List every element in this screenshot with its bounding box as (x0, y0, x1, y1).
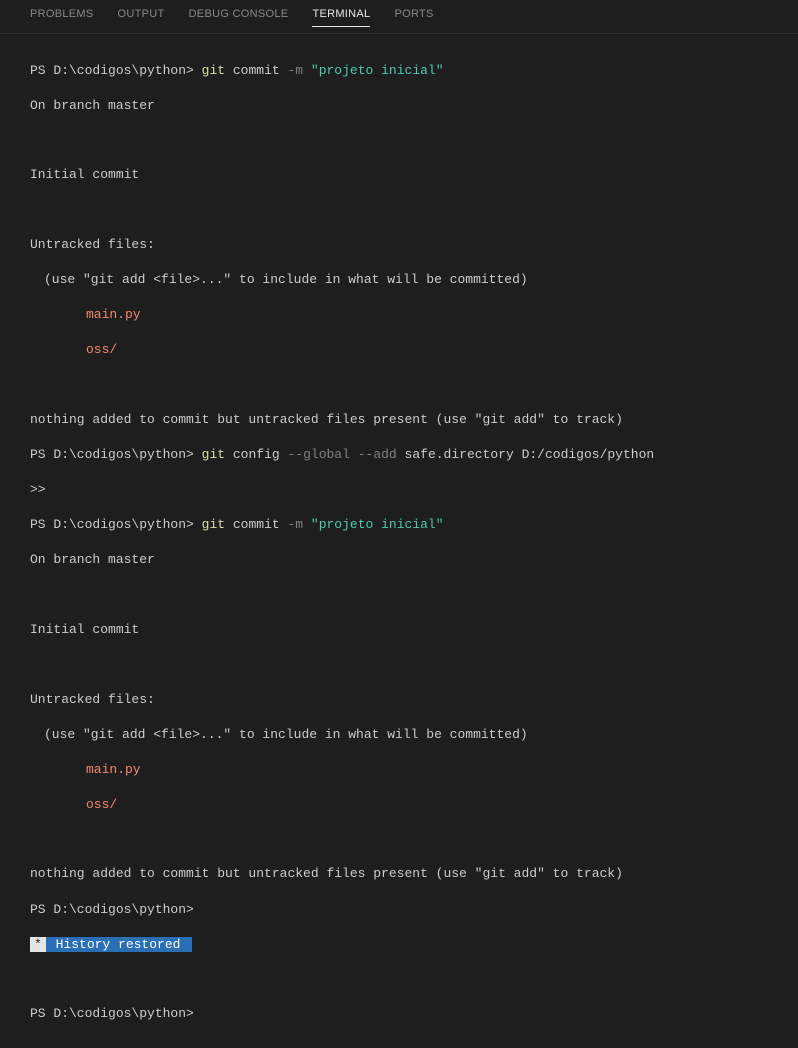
terminal-line: Initial commit (30, 621, 768, 639)
git-subcommand: commit (233, 63, 280, 78)
flag: --global (287, 447, 349, 462)
terminal-line: On branch master (30, 97, 768, 115)
terminal-line: Initial commit (30, 166, 768, 184)
git-keyword: git (202, 447, 225, 462)
ps-prompt: PS D:\codigos\python> (30, 63, 194, 78)
terminal-blank (30, 971, 768, 988)
terminal-line: nothing added to commit but untracked fi… (30, 865, 768, 883)
terminal-blank (30, 376, 768, 393)
terminal-content[interactable]: PS D:\codigos\python> git commit -m "pro… (0, 34, 798, 1048)
panel-tabs: PROBLEMS OUTPUT DEBUG CONSOLE TERMINAL P… (0, 0, 798, 34)
ps-prompt-empty: PS D:\codigos\python> (30, 901, 768, 919)
untracked-file: main.py (30, 761, 768, 779)
terminal-line: (use "git add <file>..." to include in w… (30, 271, 768, 289)
terminal-line: PS D:\codigos\python> git config --globa… (30, 446, 768, 464)
untracked-file: oss/ (30, 341, 768, 359)
config-arg: safe.directory D:/codigos/python (405, 447, 655, 462)
git-subcommand: config (233, 447, 280, 462)
terminal-line: Untracked files: (30, 236, 768, 254)
git-subcommand: commit (233, 517, 280, 532)
terminal-line: PS D:\codigos\python> git commit -m "pro… (30, 516, 768, 534)
tab-ports[interactable]: PORTS (394, 8, 433, 27)
terminal-blank (30, 831, 768, 848)
terminal-blank (30, 656, 768, 673)
flag: --add (358, 447, 397, 462)
flag: -m (287, 517, 303, 532)
history-restored-line: * History restored (30, 936, 768, 954)
git-keyword: git (202, 517, 225, 532)
terminal-line: Untracked files: (30, 691, 768, 709)
terminal-line: (use "git add <file>..." to include in w… (30, 726, 768, 744)
terminal-blank (30, 132, 768, 149)
flag: -m (287, 63, 303, 78)
tab-output[interactable]: OUTPUT (118, 8, 165, 27)
terminal-blank (30, 201, 768, 218)
git-keyword: git (202, 63, 225, 78)
tab-problems[interactable]: PROBLEMS (30, 8, 94, 27)
tab-terminal[interactable]: TERMINAL (312, 8, 370, 27)
commit-message: "projeto inicial" (311, 63, 444, 78)
untracked-file: main.py (30, 306, 768, 324)
terminal-line: On branch master (30, 551, 768, 569)
tab-debug-console[interactable]: DEBUG CONSOLE (189, 8, 289, 27)
terminal-line: nothing added to commit but untracked fi… (30, 411, 768, 429)
ps-prompt-empty: PS D:\codigos\python> (30, 1005, 768, 1023)
terminal-line: PS D:\codigos\python> git commit -m "pro… (30, 62, 768, 80)
ps-prompt: PS D:\codigos\python> (30, 517, 194, 532)
history-restored-text: History restored (46, 937, 192, 952)
untracked-file: oss/ (30, 796, 768, 814)
history-star: * (30, 937, 46, 952)
ps-prompt: PS D:\codigos\python> (30, 447, 194, 462)
terminal-line: >> (30, 481, 768, 499)
terminal-blank (30, 586, 768, 603)
commit-message: "projeto inicial" (311, 517, 444, 532)
